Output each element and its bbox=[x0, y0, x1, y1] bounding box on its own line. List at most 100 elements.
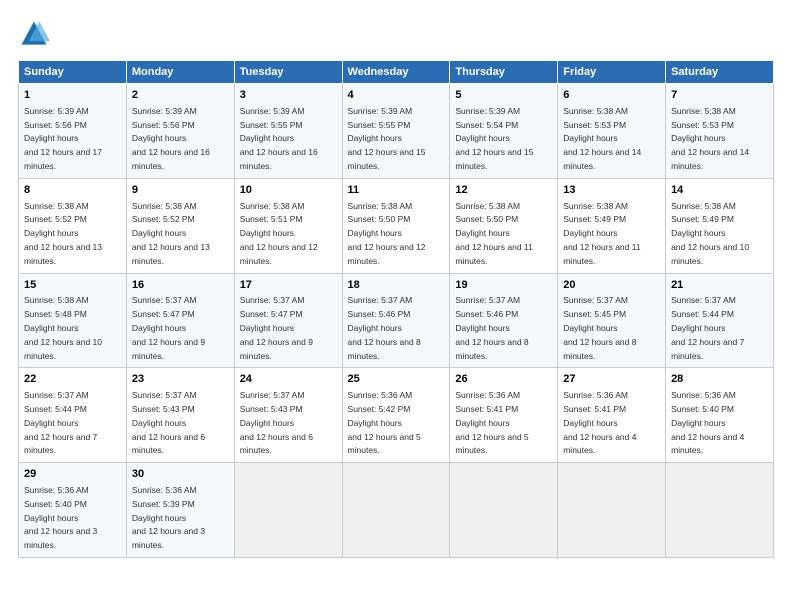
day-cell: 29 Sunrise: 5:36 AMSunset: 5:40 PMDayligh… bbox=[19, 463, 127, 558]
header bbox=[18, 18, 774, 50]
day-number: 19 bbox=[455, 278, 552, 294]
day-cell bbox=[234, 463, 342, 558]
day-cell: 8 Sunrise: 5:38 AMSunset: 5:52 PMDaylight… bbox=[19, 178, 127, 273]
day-number: 5 bbox=[455, 88, 552, 104]
day-number: 24 bbox=[240, 372, 337, 388]
day-cell: 23 Sunrise: 5:37 AMSunset: 5:43 PMDayligh… bbox=[126, 368, 234, 463]
day-cell: 20Sunrise: 5:37 AMSunset: 5:45 PMDayligh… bbox=[558, 273, 666, 368]
day-number: 12 bbox=[455, 183, 552, 199]
day-content: Sunrise: 5:39 AMSunset: 5:56 PMDaylight … bbox=[24, 106, 102, 171]
day-content: Sunrise: 5:37 AMSunset: 5:45 PMDaylight … bbox=[563, 295, 636, 360]
day-content: Sunrise: 5:36 AMSunset: 5:41 PMDaylight … bbox=[563, 390, 636, 455]
day-number: 6 bbox=[563, 88, 660, 104]
day-content: Sunrise: 5:37 AMSunset: 5:46 PMDaylight … bbox=[455, 295, 528, 360]
day-number: 10 bbox=[240, 183, 337, 199]
week-row-5: 29 Sunrise: 5:36 AMSunset: 5:40 PMDayligh… bbox=[19, 463, 774, 558]
day-number: 4 bbox=[348, 88, 445, 104]
day-cell: 28Sunrise: 5:36 AMSunset: 5:40 PMDayligh… bbox=[666, 368, 774, 463]
day-number: 28 bbox=[671, 372, 768, 388]
col-header-saturday: Saturday bbox=[666, 61, 774, 84]
day-content: Sunrise: 5:37 AMSunset: 5:43 PMDaylight … bbox=[240, 390, 313, 455]
day-content: Sunrise: 5:36 AMSunset: 5:40 PMDaylight … bbox=[24, 485, 97, 550]
day-content: Sunrise: 5:38 AMSunset: 5:53 PMDaylight … bbox=[671, 106, 749, 171]
day-cell: 26 Sunrise: 5:36 AMSunset: 5:41 PMDayligh… bbox=[450, 368, 558, 463]
day-cell: 30Sunrise: 5:36 AMSunset: 5:39 PMDayligh… bbox=[126, 463, 234, 558]
day-cell: 12 Sunrise: 5:38 AMSunset: 5:50 PMDayligh… bbox=[450, 178, 558, 273]
col-header-sunday: Sunday bbox=[19, 61, 127, 84]
header-row: SundayMondayTuesdayWednesdayThursdayFrid… bbox=[19, 61, 774, 84]
logo-icon bbox=[18, 18, 50, 50]
day-number: 7 bbox=[671, 88, 768, 104]
week-row-4: 22 Sunrise: 5:37 AMSunset: 5:44 PMDayligh… bbox=[19, 368, 774, 463]
day-cell: 25Sunrise: 5:36 AMSunset: 5:42 PMDayligh… bbox=[342, 368, 450, 463]
day-cell: 7 Sunrise: 5:38 AMSunset: 5:53 PMDaylight… bbox=[666, 84, 774, 179]
day-content: Sunrise: 5:36 AMSunset: 5:39 PMDaylight … bbox=[132, 485, 205, 550]
week-row-1: 1 Sunrise: 5:39 AMSunset: 5:56 PMDaylight… bbox=[19, 84, 774, 179]
day-cell bbox=[558, 463, 666, 558]
day-number: 20 bbox=[563, 278, 660, 294]
day-number: 18 bbox=[348, 278, 445, 294]
day-content: Sunrise: 5:38 AMSunset: 5:52 PMDaylight … bbox=[132, 201, 210, 266]
day-content: Sunrise: 5:38 AMSunset: 5:50 PMDaylight … bbox=[455, 201, 532, 266]
day-cell: 9 Sunrise: 5:38 AMSunset: 5:52 PMDaylight… bbox=[126, 178, 234, 273]
col-header-monday: Monday bbox=[126, 61, 234, 84]
day-cell: 5 Sunrise: 5:39 AMSunset: 5:54 PMDaylight… bbox=[450, 84, 558, 179]
day-number: 21 bbox=[671, 278, 768, 294]
logo bbox=[18, 18, 54, 50]
day-cell: 19Sunrise: 5:37 AMSunset: 5:46 PMDayligh… bbox=[450, 273, 558, 368]
col-header-friday: Friday bbox=[558, 61, 666, 84]
day-content: Sunrise: 5:37 AMSunset: 5:47 PMDaylight … bbox=[240, 295, 313, 360]
day-cell bbox=[450, 463, 558, 558]
day-content: Sunrise: 5:39 AMSunset: 5:56 PMDaylight … bbox=[132, 106, 210, 171]
day-content: Sunrise: 5:37 AMSunset: 5:44 PMDaylight … bbox=[24, 390, 97, 455]
day-cell: 24 Sunrise: 5:37 AMSunset: 5:43 PMDayligh… bbox=[234, 368, 342, 463]
day-content: Sunrise: 5:38 AMSunset: 5:49 PMDaylight … bbox=[563, 201, 640, 266]
day-cell: 11Sunrise: 5:38 AMSunset: 5:50 PMDayligh… bbox=[342, 178, 450, 273]
col-header-tuesday: Tuesday bbox=[234, 61, 342, 84]
day-number: 29 bbox=[24, 467, 121, 483]
day-content: Sunrise: 5:37 AMSunset: 5:44 PMDaylight … bbox=[671, 295, 744, 360]
day-number: 16 bbox=[132, 278, 229, 294]
day-cell: 16Sunrise: 5:37 AMSunset: 5:47 PMDayligh… bbox=[126, 273, 234, 368]
day-number: 14 bbox=[671, 183, 768, 199]
day-number: 22 bbox=[24, 372, 121, 388]
day-cell bbox=[666, 463, 774, 558]
day-number: 8 bbox=[24, 183, 121, 199]
day-cell: 3Sunrise: 5:39 AMSunset: 5:55 PMDaylight… bbox=[234, 84, 342, 179]
day-content: Sunrise: 5:38 AMSunset: 5:51 PMDaylight … bbox=[240, 201, 318, 266]
day-number: 25 bbox=[348, 372, 445, 388]
day-cell: 4 Sunrise: 5:39 AMSunset: 5:55 PMDaylight… bbox=[342, 84, 450, 179]
page: SundayMondayTuesdayWednesdayThursdayFrid… bbox=[0, 0, 792, 612]
day-cell: 15Sunrise: 5:38 AMSunset: 5:48 PMDayligh… bbox=[19, 273, 127, 368]
day-content: Sunrise: 5:38 AMSunset: 5:50 PMDaylight … bbox=[348, 201, 426, 266]
day-cell: 27 Sunrise: 5:36 AMSunset: 5:41 PMDayligh… bbox=[558, 368, 666, 463]
day-cell: 21Sunrise: 5:37 AMSunset: 5:44 PMDayligh… bbox=[666, 273, 774, 368]
day-content: Sunrise: 5:38 AMSunset: 5:52 PMDaylight … bbox=[24, 201, 102, 266]
day-content: Sunrise: 5:39 AMSunset: 5:55 PMDaylight … bbox=[348, 106, 426, 171]
day-cell: 6 Sunrise: 5:38 AMSunset: 5:53 PMDaylight… bbox=[558, 84, 666, 179]
day-number: 9 bbox=[132, 183, 229, 199]
day-content: Sunrise: 5:38 AMSunset: 5:49 PMDaylight … bbox=[671, 201, 749, 266]
day-number: 27 bbox=[563, 372, 660, 388]
week-row-2: 8 Sunrise: 5:38 AMSunset: 5:52 PMDaylight… bbox=[19, 178, 774, 273]
day-number: 1 bbox=[24, 88, 121, 104]
day-number: 23 bbox=[132, 372, 229, 388]
day-content: Sunrise: 5:37 AMSunset: 5:46 PMDaylight … bbox=[348, 295, 421, 360]
day-number: 13 bbox=[563, 183, 660, 199]
day-cell: 13 Sunrise: 5:38 AMSunset: 5:49 PMDayligh… bbox=[558, 178, 666, 273]
day-content: Sunrise: 5:37 AMSunset: 5:43 PMDaylight … bbox=[132, 390, 205, 455]
day-number: 15 bbox=[24, 278, 121, 294]
col-header-thursday: Thursday bbox=[450, 61, 558, 84]
day-content: Sunrise: 5:39 AMSunset: 5:54 PMDaylight … bbox=[455, 106, 533, 171]
day-cell bbox=[342, 463, 450, 558]
day-number: 26 bbox=[455, 372, 552, 388]
day-content: Sunrise: 5:37 AMSunset: 5:47 PMDaylight … bbox=[132, 295, 205, 360]
day-cell: 14 Sunrise: 5:38 AMSunset: 5:49 PMDayligh… bbox=[666, 178, 774, 273]
day-cell: 1 Sunrise: 5:39 AMSunset: 5:56 PMDaylight… bbox=[19, 84, 127, 179]
day-content: Sunrise: 5:38 AMSunset: 5:53 PMDaylight … bbox=[563, 106, 641, 171]
day-content: Sunrise: 5:36 AMSunset: 5:41 PMDaylight … bbox=[455, 390, 528, 455]
day-cell: 18Sunrise: 5:37 AMSunset: 5:46 PMDayligh… bbox=[342, 273, 450, 368]
day-number: 2 bbox=[132, 88, 229, 104]
day-number: 17 bbox=[240, 278, 337, 294]
day-cell: 2 Sunrise: 5:39 AMSunset: 5:56 PMDaylight… bbox=[126, 84, 234, 179]
